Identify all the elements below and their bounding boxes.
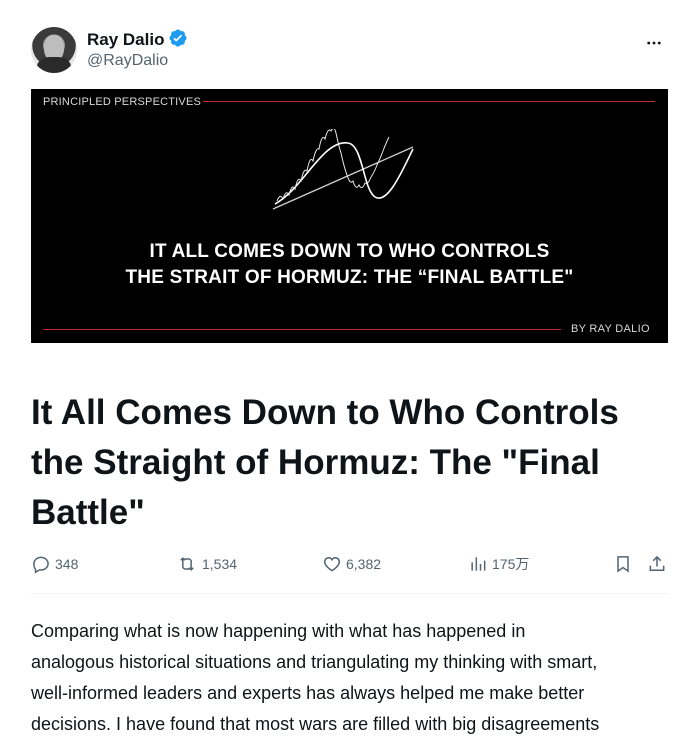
more-icon — [645, 34, 663, 57]
views-count: 175万 — [492, 556, 530, 572]
banner-top-divider — [203, 101, 655, 102]
reply-icon — [31, 554, 51, 574]
article-body-line: Comparing what is now happening with wha… — [31, 621, 526, 641]
article-body-line: well-informed leaders and experts has al… — [31, 683, 585, 703]
banner-title: IT ALL COMES DOWN TO WHO CONTROLS THE ST… — [31, 239, 668, 291]
repost-icon — [176, 554, 198, 574]
action-bar-divider — [31, 593, 668, 594]
like-icon — [322, 554, 342, 574]
wave-logo-icon — [272, 129, 414, 210]
avatar[interactable] — [31, 27, 77, 73]
banner-byline: BY RAY DALIO — [571, 323, 650, 335]
bookmark-icon — [613, 554, 633, 574]
author-handle[interactable]: @RayDalio — [87, 52, 168, 70]
article-cover-image[interactable]: PRINCIPLED PERSPECTIVES IT ALL COMES DOW… — [31, 89, 668, 343]
banner-title-line-2: THE STRAIT OF HORMUZ: THE “FINAL BATTLE" — [125, 267, 574, 288]
banner-title-line-1: IT ALL COMES DOWN TO WHO CONTROLS — [149, 241, 550, 262]
share-button[interactable] — [647, 554, 667, 574]
repost-button[interactable]: 1,534 — [176, 554, 237, 574]
post-action-bar: 348 1,534 6,382 175万 — [31, 552, 671, 580]
bookmark-button[interactable] — [613, 554, 633, 574]
reply-button[interactable]: 348 — [31, 554, 78, 574]
banner-series-label: PRINCIPLED PERSPECTIVES — [43, 96, 202, 108]
article-body-line: analogous historical situations and tria… — [31, 652, 598, 672]
like-count: 6,382 — [346, 556, 382, 572]
avatar-body — [37, 57, 71, 73]
more-button[interactable] — [642, 33, 666, 57]
like-button[interactable]: 6,382 — [322, 554, 381, 574]
reply-count: 348 — [55, 556, 79, 572]
author-display-name[interactable]: Ray Dalio — [87, 30, 164, 50]
article-body-line: decisions. I have found that most wars a… — [31, 714, 600, 734]
author-name-line: Ray Dalio — [87, 28, 188, 53]
verified-badge-icon — [168, 28, 188, 53]
repost-count: 1,534 — [202, 556, 238, 572]
share-icon — [647, 554, 667, 574]
banner-bottom-divider — [43, 329, 561, 330]
post-header: Ray Dalio @RayDalio — [31, 27, 671, 75]
article-body: Comparing what is now happening with wha… — [31, 616, 671, 740]
views-button[interactable]: 175万 — [468, 554, 529, 574]
views-icon — [468, 554, 488, 574]
article-title[interactable]: It All Comes Down to Who Controls the St… — [31, 388, 671, 538]
